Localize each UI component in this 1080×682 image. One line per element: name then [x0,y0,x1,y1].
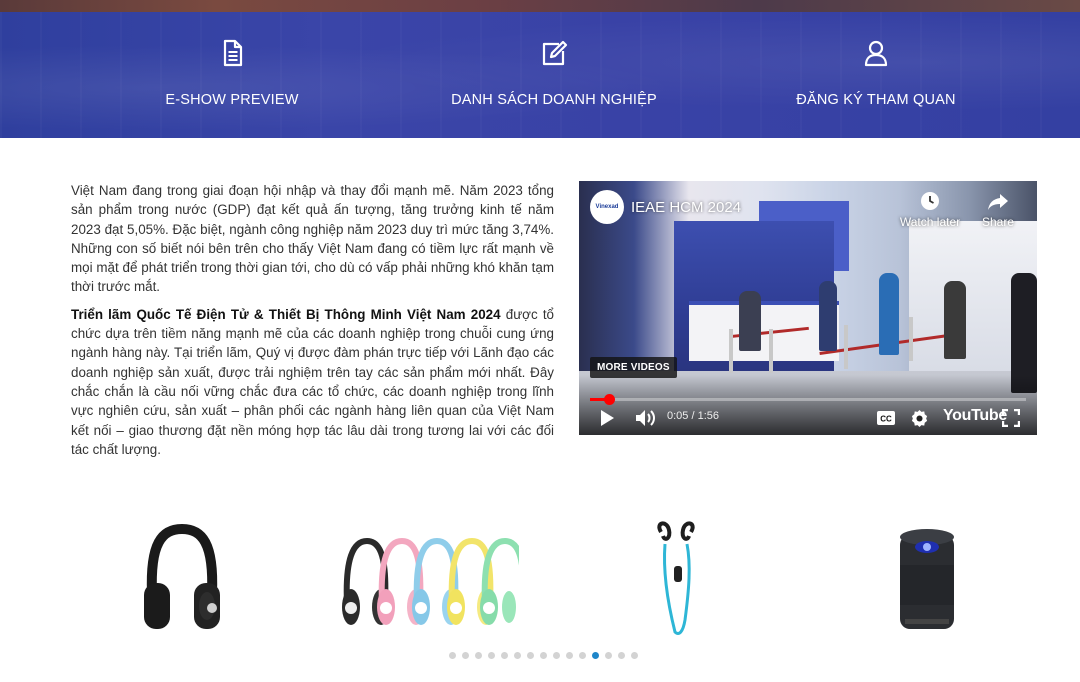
exhibition-name: Triển lãm Quốc Tế Điện Tử & Thiết Bị Thô… [71,306,501,322]
article-paragraph-2: Triển lãm Quốc Tế Điện Tử & Thiết Bị Thô… [71,305,554,459]
user-icon [864,40,888,67]
headphones-icon [144,523,220,629]
carousel-dot[interactable] [488,652,495,659]
play-icon [601,410,614,426]
article-paragraph-1: Việt Nam đang trong giai đoạn hội nhập v… [71,183,554,295]
product-sport-earphones[interactable] [588,516,768,641]
product-headphones[interactable] [92,516,272,641]
article-paragraph-2-text: được tổ chức dựa trên tiềm năng mạnh mẽ … [71,306,554,457]
carousel-dot[interactable] [475,652,482,659]
share-label: Share [981,215,1015,229]
carousel-dot[interactable] [449,652,456,659]
intro-article: Việt Nam đang trong giai đoạn hội nhập v… [71,181,554,467]
captions-button[interactable]: CC [876,408,896,428]
video-progress-bar[interactable] [590,394,1026,405]
business-list-label: DANH SÁCH DOANH NGHIỆP [451,92,657,108]
watch-later-label: Watch later [899,215,961,229]
share-button[interactable]: Share [975,191,1021,229]
eshow-preview-label: E-SHOW PREVIEW [165,92,299,108]
settings-button[interactable] [910,408,929,428]
watch-later-button[interactable]: Watch later [895,191,965,229]
product-colorful-headphones[interactable] [339,516,519,641]
carousel-dot[interactable] [501,652,508,659]
business-list-link[interactable]: DANH SÁCH DOANH NGHIỆP [404,12,704,138]
progress-scrubber[interactable] [604,394,615,405]
header-photo-strip [0,0,1080,12]
carousel-dot[interactable] [579,652,586,659]
volume-button[interactable] [635,408,657,428]
carousel-dot[interactable] [462,652,469,659]
edit-icon [542,40,568,66]
fullscreen-button[interactable] [1002,408,1020,428]
carousel-dot[interactable] [566,652,573,659]
volume-icon [636,410,655,426]
carousel-dot[interactable] [592,652,599,659]
carousel-dot[interactable] [631,652,638,659]
channel-avatar[interactable]: Vinexad [590,190,624,224]
svg-text:CC: CC [880,415,892,424]
captions-icon: CC [877,411,895,425]
carousel-dot[interactable] [605,652,612,659]
carousel-dot[interactable] [553,652,560,659]
document-icon [223,39,243,67]
product-mini-projector[interactable] [837,516,1017,641]
eshow-preview-link[interactable]: E-SHOW PREVIEW [82,12,382,138]
carousel-dot[interactable] [618,652,625,659]
video-time: 0:05 / 1:56 [667,410,719,422]
clock-icon [921,192,939,210]
youtube-video-player[interactable]: Vinexad IEAE HCM 2024 Watch later Share … [579,181,1037,435]
earphones-icon [657,521,695,635]
quick-links-banner: E-SHOW PREVIEW DANH SÁCH DOANH NGHIỆP ĐĂ… [0,12,1080,138]
carousel-dot[interactable] [514,652,521,659]
product-carousel [0,500,1080,682]
share-icon [988,194,1008,210]
video-title[interactable]: IEAE HCM 2024 [631,199,741,216]
carousel-pagination [449,652,638,659]
visit-registration-label: ĐĂNG KÝ THAM QUAN [796,92,956,108]
gear-icon [911,409,928,427]
youtube-logo[interactable]: YouTube [943,407,1007,425]
play-button[interactable] [599,408,615,428]
projector-icon [900,528,954,629]
carousel-dot[interactable] [527,652,534,659]
fullscreen-icon [1002,409,1020,427]
carousel-dot[interactable] [540,652,547,659]
colorful-headphones-icon [342,537,519,625]
visit-registration-link[interactable]: ĐĂNG KÝ THAM QUAN [726,12,1026,138]
